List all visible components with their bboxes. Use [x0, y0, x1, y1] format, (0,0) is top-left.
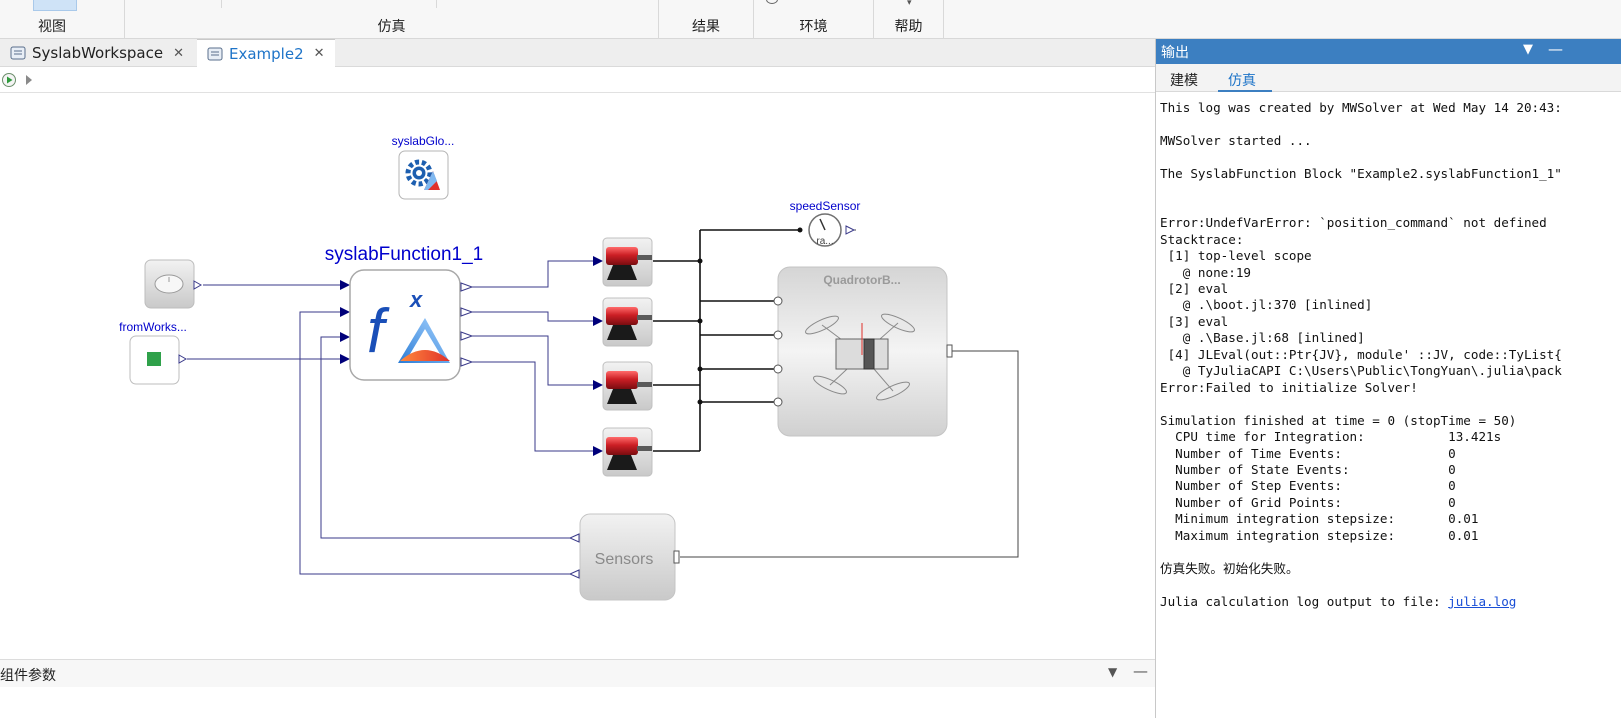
block-label-sensors: Sensors	[595, 551, 654, 568]
log-line: @ .\Base.jl:68 [inlined]	[1160, 330, 1365, 346]
model-diagram[interactable]: syslabGlo... fromWorks... syslabFunction…	[0, 93, 1155, 659]
output-tab-bar: 建模 仿真	[1156, 64, 1621, 92]
ribbon-group-label: 仿真	[377, 19, 406, 35]
simulation-log[interactable]: This log was created by MWSolver at Wed …	[1160, 100, 1620, 700]
log-line: Simulation finished at time = 0 (stopTim…	[1160, 412, 1517, 428]
log-line: Maximum integration stepsize: 0.01	[1160, 527, 1479, 543]
log-line: [4] JLEval(out::Ptr{JV}, module' ::JV, c…	[1160, 346, 1562, 362]
panel-dropdown-icon[interactable]: ▼	[1108, 665, 1117, 679]
motor-block[interactable]	[602, 361, 653, 411]
log-line: Number of Step Events: 0	[1160, 478, 1456, 494]
output-panel: 输出 ▼ — 建模 仿真 This log was created by MWS…	[1155, 39, 1621, 718]
log-line: @ .\boot.jl:370 [inlined]	[1160, 297, 1373, 313]
block-label-function: syslabFunction1_1	[325, 244, 483, 265]
function-output-ports	[460, 282, 474, 367]
editor-tab-bar: SyslabWorkspace ✕ Example2 ✕	[0, 39, 1155, 67]
log-line: Error:UndefVarError: `position_command` …	[1160, 215, 1547, 231]
ribbon-group-simulation: 仿真	[125, 0, 659, 39]
log-line: This log was created by MWSolver at Wed …	[1160, 100, 1562, 115]
close-icon[interactable]: ✕	[173, 46, 184, 61]
panel-title: 组件参数	[0, 668, 56, 684]
component-params-panel: 组件参数 ▼ —	[0, 659, 1155, 687]
log-line: Number of Grid Points: 0	[1160, 494, 1456, 510]
ribbon-group-help: ▾ 帮助	[874, 0, 944, 39]
expand-arrow-icon[interactable]	[24, 74, 34, 86]
log-line: Error:Failed to initialize Solver!	[1160, 379, 1418, 395]
motor-block[interactable]	[602, 427, 653, 477]
tab-example2[interactable]: Example2 ✕	[197, 39, 335, 67]
active-tab-indicator	[1218, 90, 1272, 92]
run-icon[interactable]	[1, 72, 17, 88]
ribbon-group-label: 视图	[38, 19, 66, 35]
tab-syslabworkspace[interactable]: SyslabWorkspace ✕	[0, 39, 197, 67]
block-label-global: syslabGlo...	[392, 134, 455, 148]
julia-log-link[interactable]: julia.log	[1448, 594, 1516, 609]
panel-minimize-icon[interactable]: —	[1133, 662, 1148, 680]
ribbon-group-results: 结果	[659, 0, 754, 39]
block-label-quadrotor: QuadrotorB...	[823, 273, 900, 287]
log-line: [1] top-level scope	[1160, 248, 1312, 264]
panel-dropdown-icon[interactable]: ▼	[1523, 42, 1533, 57]
log-line: MWSolver started ...	[1160, 132, 1312, 148]
ribbon-group-environment: 环境	[754, 0, 874, 39]
workspace-square-icon	[147, 352, 161, 366]
quadrotor-block[interactable]: QuadrotorB...	[773, 266, 953, 437]
panel-minimize-icon[interactable]: —	[1548, 40, 1563, 58]
sensors-block[interactable]: Sensors	[568, 513, 680, 601]
svg-text:x: x	[409, 287, 423, 312]
log-line: [3] eval	[1160, 313, 1229, 329]
from-workspace-block[interactable]: fromWorks...	[119, 320, 188, 385]
model-toolbar	[0, 67, 1155, 93]
ribbon-group-view: 视图	[0, 0, 125, 39]
log-line: Number of Time Events: 0	[1160, 445, 1456, 461]
speed-sensor-block[interactable]: speedSensor ra...	[790, 199, 861, 247]
mechanical-wires	[653, 229, 798, 452]
log-line: Julia calculation log output to file: ju…	[1160, 594, 1620, 610]
ribbon-group-label: 帮助	[894, 19, 923, 35]
log-line: CPU time for Integration: 13.421s	[1160, 429, 1502, 445]
motor-block[interactable]	[602, 237, 653, 287]
tab-label: Example2	[229, 44, 304, 63]
workspace-icon	[10, 46, 26, 60]
diagram-canvas[interactable]: syslabGlo... fromWorks... syslabFunction…	[0, 93, 1155, 659]
help-dropdown-icon[interactable]: ▾	[907, 0, 912, 8]
ribbon-bar: 视图 仿真 结果 环境 ▾ 帮助	[0, 0, 1621, 39]
tab-label: SyslabWorkspace	[32, 44, 164, 62]
language-icon[interactable]	[766, 0, 778, 4]
log-line: Number of State Events: 0	[1160, 461, 1456, 477]
log-line: 仿真失败。初始化失败。	[1160, 560, 1299, 576]
tab-modeling[interactable]: 建模	[1170, 70, 1198, 90]
block-label-fromworkspace: fromWorks...	[119, 320, 187, 334]
ribbon-group-label: 结果	[692, 19, 720, 35]
output-panel-title: 输出	[1161, 44, 1189, 61]
ribbon-group-label: 环境	[799, 19, 828, 35]
log-link-prefix: Julia calculation log output to file:	[1160, 593, 1449, 609]
close-icon[interactable]: ✕	[314, 46, 325, 61]
log-line: Minimum integration stepsize: 0.01	[1160, 511, 1479, 527]
signal-source-block[interactable]	[144, 259, 203, 309]
sensor-inner-label: ra...	[816, 236, 833, 247]
log-line: Stacktrace:	[1160, 231, 1244, 247]
syslab-global-block[interactable]: syslabGlo...	[392, 134, 455, 200]
log-line: @ TyJuliaCAPI C:\Users\Public\TongYuan\.…	[1160, 363, 1562, 379]
output-panel-header: 输出 ▼ —	[1156, 39, 1621, 64]
log-line: [2] eval	[1160, 280, 1229, 296]
motor-block[interactable]	[602, 297, 653, 347]
tab-simulation[interactable]: 仿真	[1228, 70, 1256, 90]
model-icon	[207, 47, 223, 60]
log-line: The SyslabFunction Block "Example2.sysla…	[1160, 165, 1562, 181]
log-line: @ none:19	[1160, 264, 1251, 280]
block-label-speedsensor: speedSensor	[790, 199, 861, 213]
